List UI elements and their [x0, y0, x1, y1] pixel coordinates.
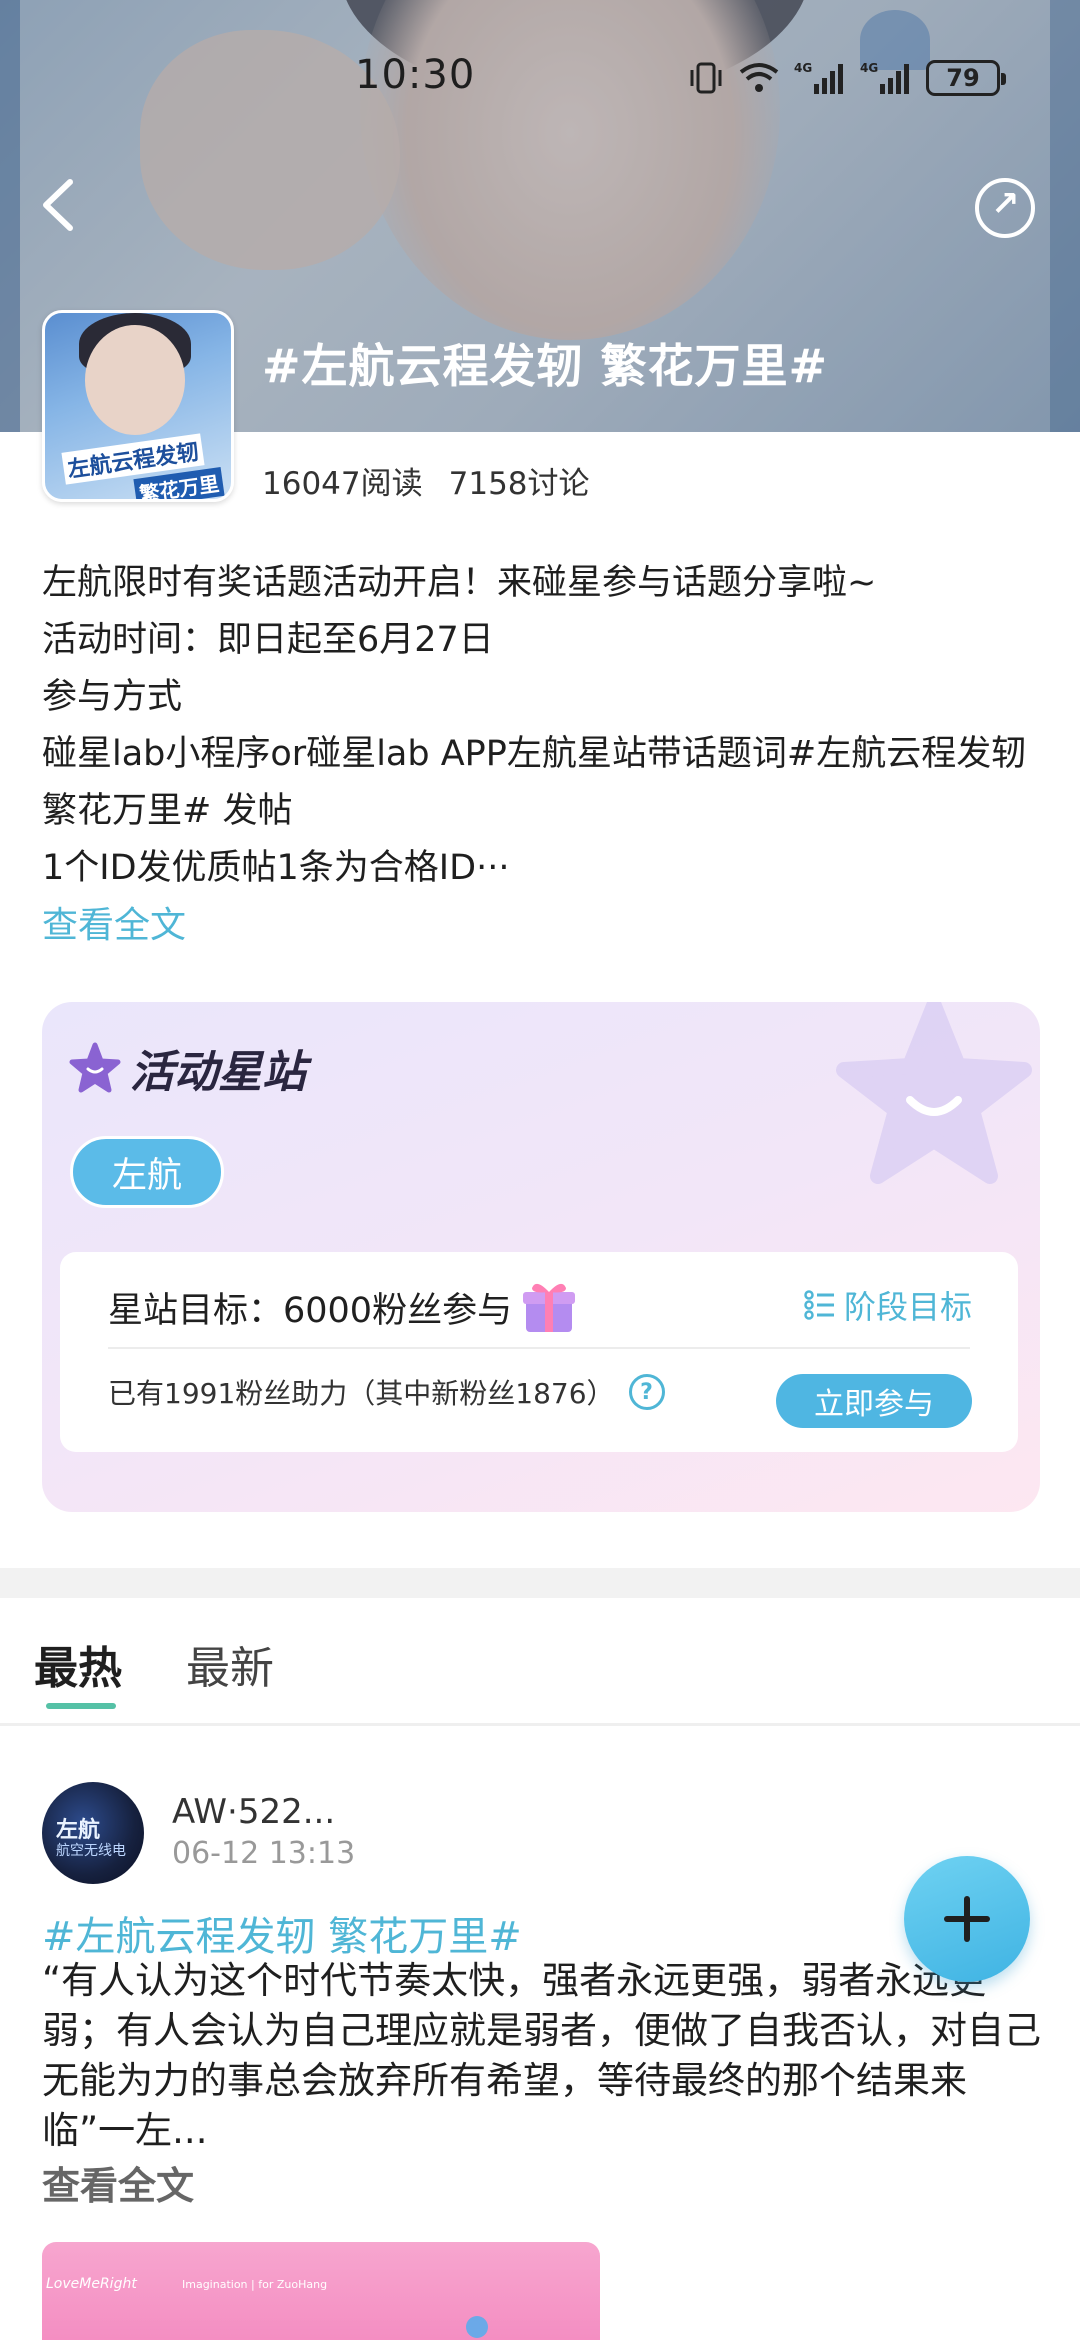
- tab-hot[interactable]: 最热: [34, 1632, 122, 1696]
- avatar-text: 航空无线电: [56, 1843, 126, 1859]
- signal-4g-icon: 4G: [794, 61, 843, 94]
- topic-cover-image: 左航云程发轫 繁花万里: [42, 310, 234, 502]
- post-body-text[interactable]: “有人认为这个时代节奏太快，强者永远更强，弱者永远更弱；有人会认为自己理应就是弱…: [42, 1956, 1042, 2156]
- list-icon: [804, 1290, 834, 1320]
- avatar[interactable]: 左航 航空无线电: [42, 1782, 144, 1884]
- post-user-name[interactable]: AW·522...: [172, 1792, 335, 1832]
- feed-tabs: 最热 最新: [0, 1598, 1080, 1726]
- post-image-logo: LoveMeRight: [46, 2276, 137, 2292]
- fans-count-text: 已有1991粉丝助力（其中新粉丝1876）: [108, 1377, 615, 1410]
- read-count: 16047阅读: [262, 466, 423, 502]
- post-read-more-link[interactable]: 查看全文: [42, 2155, 194, 2210]
- discussion-count: 7158讨论: [448, 466, 590, 502]
- station-tag-button[interactable]: 左航: [70, 1136, 224, 1208]
- description-line: 碰星lab小程序or碰星lab APP左航星站带话题词#左航云程发轫 繁花万里#…: [42, 734, 1027, 831]
- description-line: 1个ID发优质帖1条为合格ID···: [42, 848, 510, 888]
- status-icons: 4G 4G 79: [688, 60, 1006, 96]
- star-icon: [69, 1042, 121, 1093]
- post-timestamp: 06-12 13:13: [172, 1836, 356, 1871]
- description-line: 活动时间：即日起至6月27日: [42, 620, 494, 660]
- divider: [108, 1347, 970, 1349]
- post-image-caption: Imagination | for ZuoHang: [182, 2278, 328, 2291]
- activity-header: 活动星站: [68, 1036, 306, 1100]
- cover-face: [85, 325, 185, 435]
- stage-goal-link[interactable]: 阶段目标: [804, 1282, 972, 1328]
- goal-row: 星站目标：6000粉丝参与: [108, 1278, 578, 1336]
- gift-icon: [523, 1283, 576, 1332]
- star-decoration-icon: [836, 1002, 1032, 1184]
- stage-goal-label: 阶段目标: [843, 1288, 972, 1326]
- battery-icon: 79: [926, 60, 1006, 96]
- activity-title: 活动星站: [130, 1047, 306, 1098]
- tab-latest[interactable]: 最新: [186, 1632, 274, 1696]
- topic-stats: 16047阅读 7158讨论: [262, 458, 590, 503]
- create-post-button[interactable]: [904, 1856, 1030, 1982]
- topic-description: 左航限时有奖话题活动开启！来碰星参与话题分享啦~ 活动时间：即日起至6月27日 …: [42, 555, 1042, 954]
- post-image[interactable]: LoveMeRight Imagination | for ZuoHang: [42, 2242, 600, 2340]
- description-line: 参与方式: [42, 677, 183, 717]
- help-icon[interactable]: ?: [628, 1374, 665, 1410]
- activity-station-card: 活动星站 左航 星站目标：6000粉丝参与 阶段目标 已有1991粉丝助力（其中…: [42, 1002, 1040, 1512]
- join-now-button[interactable]: 立即参与: [776, 1374, 972, 1428]
- goal-box: 星站目标：6000粉丝参与 阶段目标 已有1991粉丝助力（其中新粉丝1876）: [60, 1252, 1018, 1452]
- signal-4g-icon: 4G: [860, 61, 909, 94]
- section-separator: [0, 1568, 1080, 1598]
- topic-title: #左航云程发轫 繁花万里#: [262, 339, 829, 393]
- svg-text:4G: 4G: [794, 61, 812, 75]
- post-topic-tag-link[interactable]: #左航云程发轫 繁花万里#: [42, 1904, 522, 1962]
- status-bar: 10:30 4G 4G 79: [0, 48, 1080, 108]
- back-icon[interactable]: [30, 170, 86, 240]
- description-line: 左航限时有奖话题活动开启！来碰星参与话题分享啦~: [42, 563, 877, 603]
- fans-row: 已有1991粉丝助力（其中新粉丝1876） ?: [108, 1372, 665, 1412]
- tab-active-indicator: [46, 1703, 116, 1709]
- wifi-icon: [739, 63, 779, 92]
- svg-text:4G: 4G: [860, 61, 878, 75]
- share-icon[interactable]: [975, 178, 1035, 238]
- goal-label: 星站目标：6000粉丝参与: [108, 1290, 513, 1331]
- description-read-more-link[interactable]: 查看全文: [42, 897, 1042, 954]
- vibrate-icon: [690, 62, 722, 94]
- post-image-balloon: [466, 2316, 488, 2338]
- status-time: 10:30: [355, 52, 476, 98]
